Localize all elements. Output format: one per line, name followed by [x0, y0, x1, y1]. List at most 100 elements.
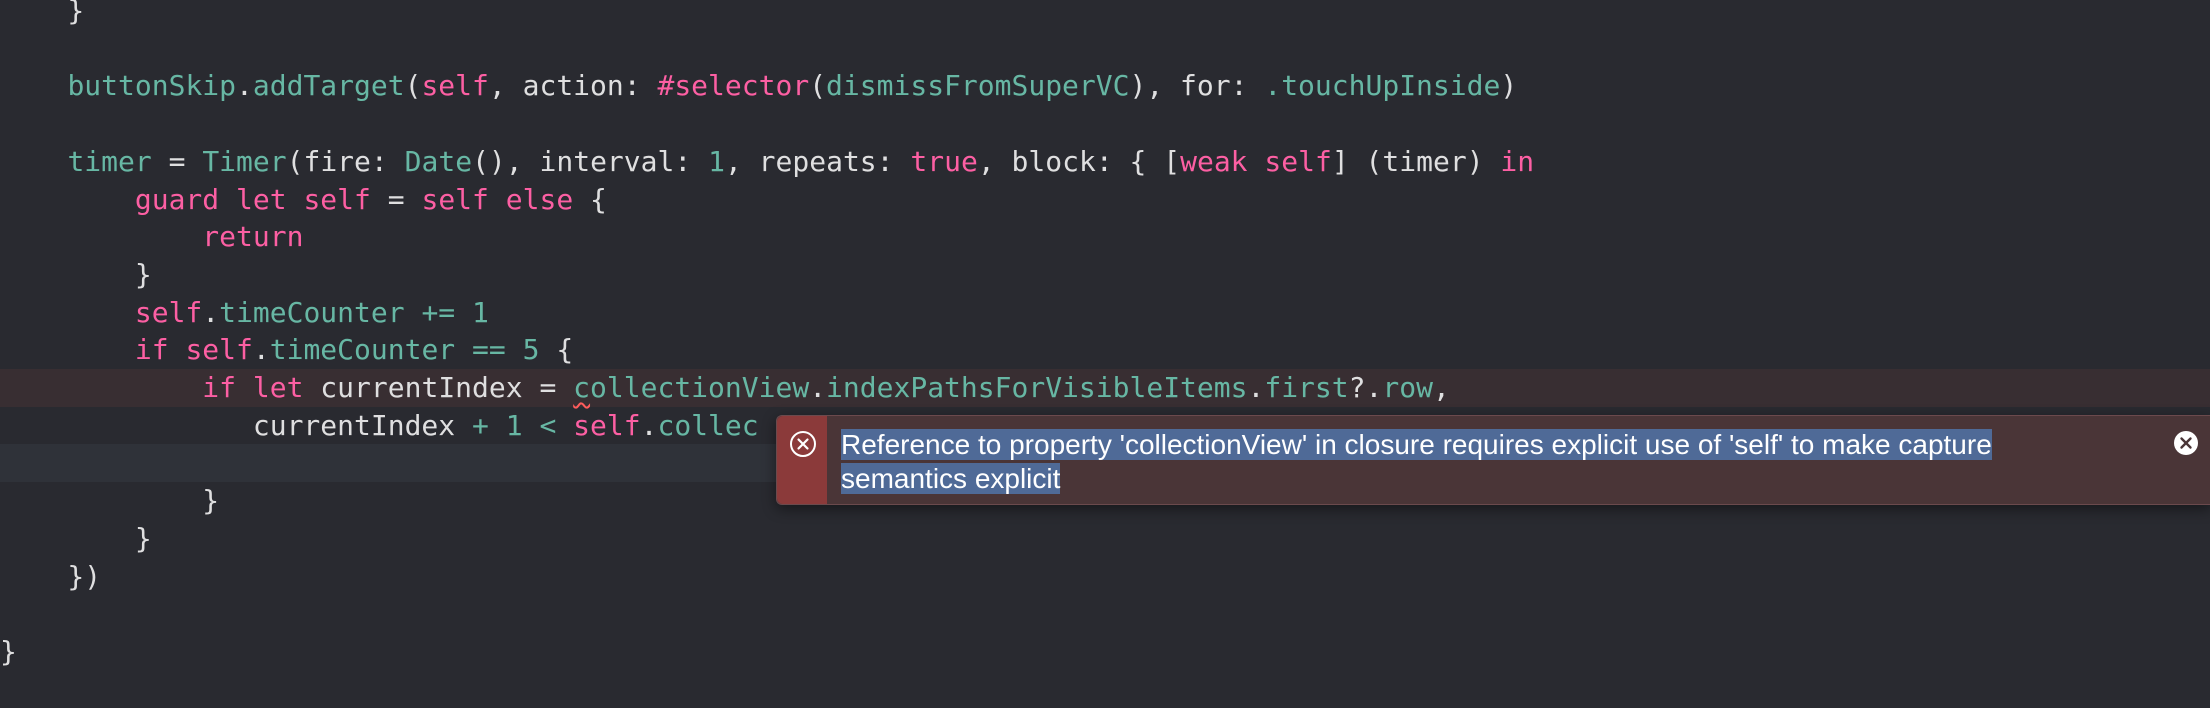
code-token: self	[421, 69, 489, 103]
code-token: .touchUpInside	[1264, 69, 1501, 103]
code-token: self	[1264, 144, 1332, 178]
code-line[interactable]: if self.timeCounter == 5 {	[0, 331, 2210, 369]
code-token: 1	[472, 295, 489, 329]
code-line[interactable]: })	[0, 558, 2210, 596]
code-line[interactable]: if let currentIndex = collectionView.ind…	[0, 369, 2210, 407]
code-line[interactable]: }	[0, 520, 2210, 558]
code-token: {	[539, 333, 574, 367]
code-token: ,	[1432, 371, 1450, 404]
code-token: ), for:	[1129, 69, 1265, 103]
error-x-circle-icon	[790, 431, 816, 457]
code-token: (	[404, 69, 422, 103]
code-token: .	[202, 295, 220, 329]
code-token: + 1 <	[472, 408, 557, 442]
code-line[interactable]: buttonSkip.addTarget(self, action: #sele…	[0, 67, 2210, 105]
code-token: timeCounter	[219, 295, 405, 329]
code-line[interactable]	[0, 105, 2210, 143]
code-token: self	[303, 182, 371, 216]
code-token: return	[202, 220, 304, 254]
code-token: }	[0, 257, 152, 291]
code-token: currentIndex	[0, 408, 473, 442]
code-token: .	[236, 69, 253, 103]
code-token: if	[134, 333, 169, 367]
code-token: ?.	[1348, 371, 1383, 404]
code-token: row	[1382, 371, 1433, 404]
code-token: 1	[708, 144, 725, 178]
code-line[interactable]: return	[0, 218, 2210, 256]
code-token: self	[573, 408, 641, 442]
code-token: {	[573, 182, 607, 216]
code-token: timer	[67, 144, 152, 178]
code-line[interactable]: self.timeCounter += 1	[0, 294, 2210, 332]
error-message-line-2: semantics explicit	[841, 463, 1061, 494]
code-token: let	[252, 371, 304, 404]
code-token: guard	[134, 182, 220, 216]
close-icon[interactable]	[2173, 430, 2199, 456]
code-line[interactable]: }	[0, 256, 2210, 294]
code-line[interactable]: guard let self = self else {	[0, 181, 2210, 219]
code-token: self	[185, 333, 253, 367]
code-token: }	[0, 521, 152, 555]
code-line[interactable]: }	[0, 0, 2210, 30]
code-token: in	[1500, 144, 1535, 178]
code-line[interactable]	[0, 595, 2210, 633]
code-token: =	[151, 144, 203, 178]
code-token: , action:	[488, 69, 658, 103]
code-token: .	[640, 408, 658, 442]
error-popup: Reference to property 'collectionView' i…	[776, 415, 2210, 505]
error-message-line-1: Reference to property 'collectionView' i…	[841, 429, 1992, 460]
code-token: 5	[522, 333, 540, 367]
code-token: currentIndex =	[303, 371, 574, 404]
error-popup-gutter	[777, 416, 827, 504]
code-token: =	[370, 182, 422, 216]
code-token: weak	[1180, 144, 1248, 178]
code-token: indexPathsForVisibleItems	[826, 371, 1248, 404]
code-token: .	[252, 333, 270, 367]
code-line[interactable]	[0, 30, 2210, 68]
code-token: buttonSkip	[67, 69, 237, 103]
code-token: #selector	[657, 69, 810, 103]
code-token: .	[809, 371, 827, 404]
code-token: self	[421, 182, 489, 216]
code-token: self	[134, 295, 203, 329]
code-token: }	[0, 0, 85, 27]
code-token: , repeats:	[724, 144, 911, 178]
code-token: c	[573, 371, 591, 404]
code-token: (), interval:	[472, 144, 709, 178]
code-line[interactable]: }	[0, 633, 2210, 671]
code-token: Date	[404, 144, 473, 178]
error-message[interactable]: Reference to property 'collectionView' i…	[841, 428, 2141, 496]
code-token: if	[202, 371, 237, 404]
code-token: ollectionView	[590, 371, 810, 404]
code-token: +=	[404, 295, 473, 329]
code-token: )	[1500, 69, 1518, 103]
code-token: let	[236, 182, 287, 216]
code-token: else	[505, 182, 574, 216]
code-token: collec	[657, 408, 759, 442]
code-line[interactable]: timer = Timer(fire: Date(), interval: 1,…	[0, 143, 2210, 181]
code-token: , block: { [	[977, 144, 1181, 178]
code-token: Timer	[202, 144, 287, 178]
code-token: addTarget	[252, 69, 405, 103]
code-token: })	[0, 559, 102, 593]
code-token: first	[1264, 371, 1349, 404]
code-token: ] (timer)	[1331, 144, 1501, 178]
code-token: (fire:	[286, 144, 405, 178]
code-token: true	[910, 144, 978, 178]
code-editor[interactable]: } buttonSkip.addTarget(self, action: #se…	[0, 0, 2210, 708]
code-token: }	[0, 634, 17, 668]
